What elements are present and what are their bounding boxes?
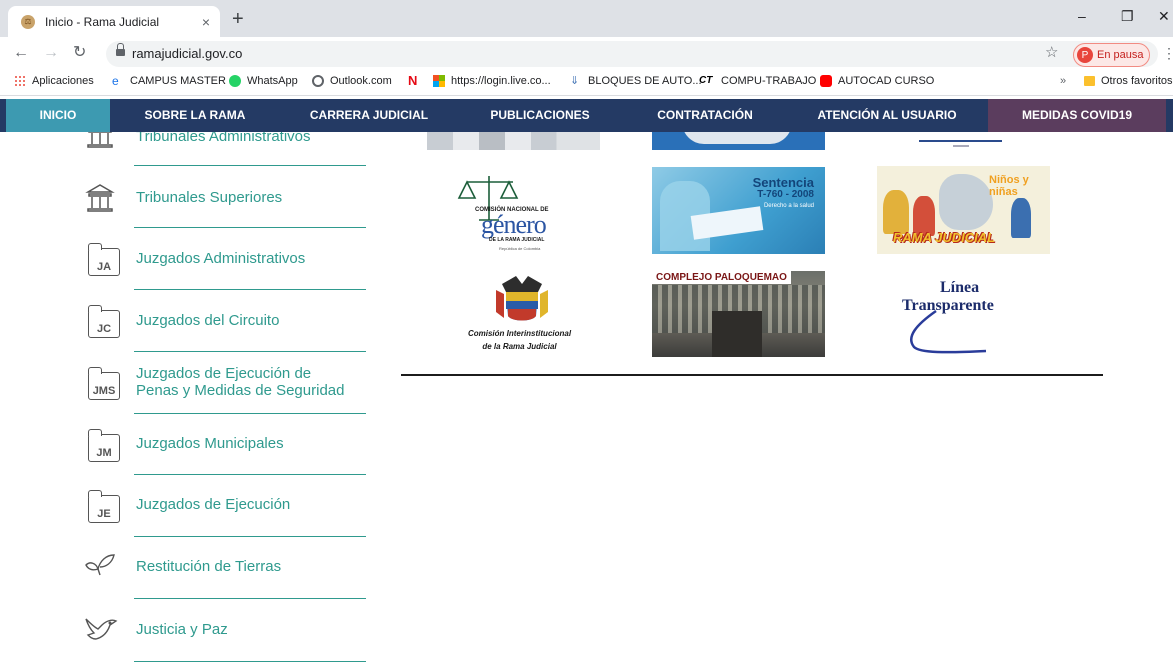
- partial-image-tile[interactable]: [652, 132, 825, 150]
- tab-title: Inicio - Rama Judicial: [45, 14, 160, 29]
- bookmark-aplicaciones[interactable]: Aplicaciones: [14, 75, 94, 87]
- nav-publicaciones[interactable]: PUBLICACIONES: [470, 99, 610, 132]
- sidebar-item-justicia-y-paz[interactable]: Justicia y Paz: [80, 599, 366, 662]
- sidebar-item-label-line2: Penas y Medidas de Seguridad: [136, 382, 345, 399]
- ja-folder-icon: JA: [80, 243, 120, 276]
- reload-icon[interactable]: ↻: [73, 44, 86, 62]
- paloquemao-tile[interactable]: COMPLEJO PALOQUEMAO: [652, 271, 825, 357]
- nav-atencion-al-usuario[interactable]: ATENCIÓN AL USUARIO: [806, 99, 968, 132]
- folder-icon: [1084, 76, 1095, 86]
- bookmark-whatsapp[interactable]: WhatsApp: [229, 75, 298, 87]
- sidebar-item-label: Tribunales Superiores: [136, 189, 283, 206]
- browser-tab[interactable]: ⚖ Inicio - Rama Judicial ×: [8, 6, 220, 37]
- ct-icon: CT: [699, 75, 713, 86]
- je-folder-icon: JE: [80, 490, 120, 523]
- partial-image-tile[interactable]: [427, 132, 600, 150]
- divider: [134, 661, 366, 662]
- bookmarks-bar: Aplicaciones e CAMPUS MASTER WhatsApp Ou…: [0, 70, 1173, 96]
- nav-medidas-covid19[interactable]: MEDIDAS COVID19: [988, 99, 1166, 132]
- apps-grid-icon: [14, 75, 26, 87]
- sidebar-item-juzgados-de-ejecucion[interactable]: JE Juzgados de Ejecución: [80, 475, 366, 537]
- sidebar-item-juzgados-municipales[interactable]: JM Juzgados Municipales: [80, 414, 366, 475]
- bookmark-outlook[interactable]: Outlook.com: [312, 75, 392, 87]
- nav-inicio[interactable]: INICIO: [6, 99, 110, 132]
- nav-contratacion[interactable]: CONTRATACIÓN: [640, 99, 770, 132]
- genero-tile[interactable]: COMISIÓN NACIONAL DE género DE LA RAMA J…: [455, 170, 573, 256]
- bookmarks-overflow[interactable]: »: [1060, 75, 1066, 87]
- bookmark-bloques[interactable]: ⇓ BLOQUES DE AUTO...: [570, 75, 702, 87]
- ninos-tile[interactable]: Niños y niñas RAMA JUDICIAL: [877, 166, 1050, 254]
- profile-status: En pausa: [1097, 49, 1144, 61]
- swoosh-icon: [910, 309, 987, 354]
- sidebar-item-label-line1: Juzgados de Ejecución de: [136, 365, 312, 382]
- nav-carrera-judicial[interactable]: CARRERA JUDICIAL: [300, 99, 438, 132]
- close-window-button[interactable]: ✕: [1158, 8, 1170, 25]
- sidebar-item-label: Restitución de Tierras: [136, 558, 282, 575]
- bookmark-icon: ⇓: [570, 75, 580, 87]
- sidebar-item-juzgados-del-circuito[interactable]: JC Juzgados del Circuito: [80, 290, 366, 352]
- sidebar-item-juzgados-administrativos[interactable]: JA Juzgados Administrativos: [80, 228, 366, 290]
- bookmark-campus-master[interactable]: e CAMPUS MASTER: [112, 75, 226, 87]
- avatar: P: [1077, 47, 1093, 63]
- sidebar-item-label: Juzgados Municipales: [136, 435, 284, 452]
- lock-icon: [116, 43, 125, 56]
- forward-icon[interactable]: →: [43, 44, 59, 62]
- jm-folder-icon: JM: [80, 429, 120, 462]
- tab-close-icon[interactable]: ×: [202, 14, 210, 30]
- restore-button[interactable]: ❐: [1121, 8, 1134, 25]
- toolbar: ← → ↻ ramajudicial.gov.co: [0, 37, 1173, 70]
- building-icon: [80, 132, 120, 150]
- coat-of-arms-icon: [496, 276, 548, 321]
- sprout-icon: [80, 551, 120, 583]
- url-text: ramajudicial.gov.co: [132, 46, 243, 61]
- outlook-icon: [312, 75, 324, 87]
- sidebar-item-tribunales-administrativos[interactable]: Tribunales Administrativos: [80, 132, 366, 166]
- rama-favicon-icon: ⚖: [21, 14, 35, 29]
- whatsapp-icon: [229, 75, 241, 87]
- menu-icon[interactable]: ⋮: [1162, 45, 1173, 62]
- sidebar-item-restitucion-de-tierras[interactable]: Restitución de Tierras: [80, 537, 366, 599]
- content-separator: [401, 374, 1103, 376]
- jc-folder-icon: JC: [80, 305, 120, 338]
- nav-sobre-la-rama[interactable]: SOBRE LA RAMA: [124, 99, 266, 132]
- dove-icon: [80, 613, 120, 645]
- youtube-icon: [820, 75, 832, 87]
- sidebar-item-label: Juzgados del Circuito: [136, 312, 280, 329]
- bookmark-autocad[interactable]: AUTOCAD CURSO: [820, 75, 934, 87]
- address-bar[interactable]: ramajudicial.gov.co: [106, 41, 1158, 67]
- sidebar-item-juzgados-ejecucion-penas[interactable]: JMS Juzgados de Ejecución de Penas y Med…: [80, 352, 366, 414]
- site-navigation: INICIO SOBRE LA RAMA CARRERA JUDICIAL PU…: [0, 99, 1173, 132]
- sidebar-item-label: Juzgados de Ejecución: [136, 496, 291, 513]
- bookmark-login-live[interactable]: https://login.live.co...: [433, 75, 551, 87]
- partial-image-tile[interactable]: [919, 132, 1002, 152]
- sidebar-item-tribunales-superiores[interactable]: Tribunales Superiores: [80, 166, 366, 228]
- bookmark-star-icon[interactable]: ☆: [1045, 43, 1058, 61]
- profile-button[interactable]: P En pausa: [1073, 43, 1151, 67]
- bookmark-otros-favoritos[interactable]: Otros favoritos: [1084, 75, 1173, 87]
- sidebar-item-label: Justicia y Paz: [136, 621, 228, 638]
- edge-icon: e: [112, 74, 119, 88]
- netflix-icon: N: [408, 73, 418, 88]
- microsoft-icon: [433, 75, 445, 87]
- bookmark-netflix[interactable]: N: [408, 73, 426, 88]
- jms-folder-icon: JMS: [80, 367, 120, 400]
- bookmark-compu-trabajo[interactable]: CT COMPU-TRABAJO: [699, 75, 816, 87]
- sidebar-item-label: Tribunales Administrativos: [136, 132, 311, 145]
- new-tab-button[interactable]: +: [232, 9, 244, 29]
- tab-bar: ⚖ Inicio - Rama Judicial × + – ❐ ✕: [0, 0, 1173, 37]
- sidebar-item-label: Juzgados Administrativos: [136, 250, 306, 267]
- minimize-button[interactable]: –: [1078, 8, 1086, 24]
- sentencia-tile[interactable]: Sentencia T-760 - 2008 Derecho a la salu…: [652, 167, 825, 254]
- back-icon[interactable]: ←: [13, 44, 29, 62]
- building-icon: [80, 182, 120, 214]
- linea-transparente-tile[interactable]: Línea Transparente: [896, 275, 1028, 357]
- comision-tile[interactable]: Comisión Interinstitucional de la Rama J…: [452, 272, 587, 358]
